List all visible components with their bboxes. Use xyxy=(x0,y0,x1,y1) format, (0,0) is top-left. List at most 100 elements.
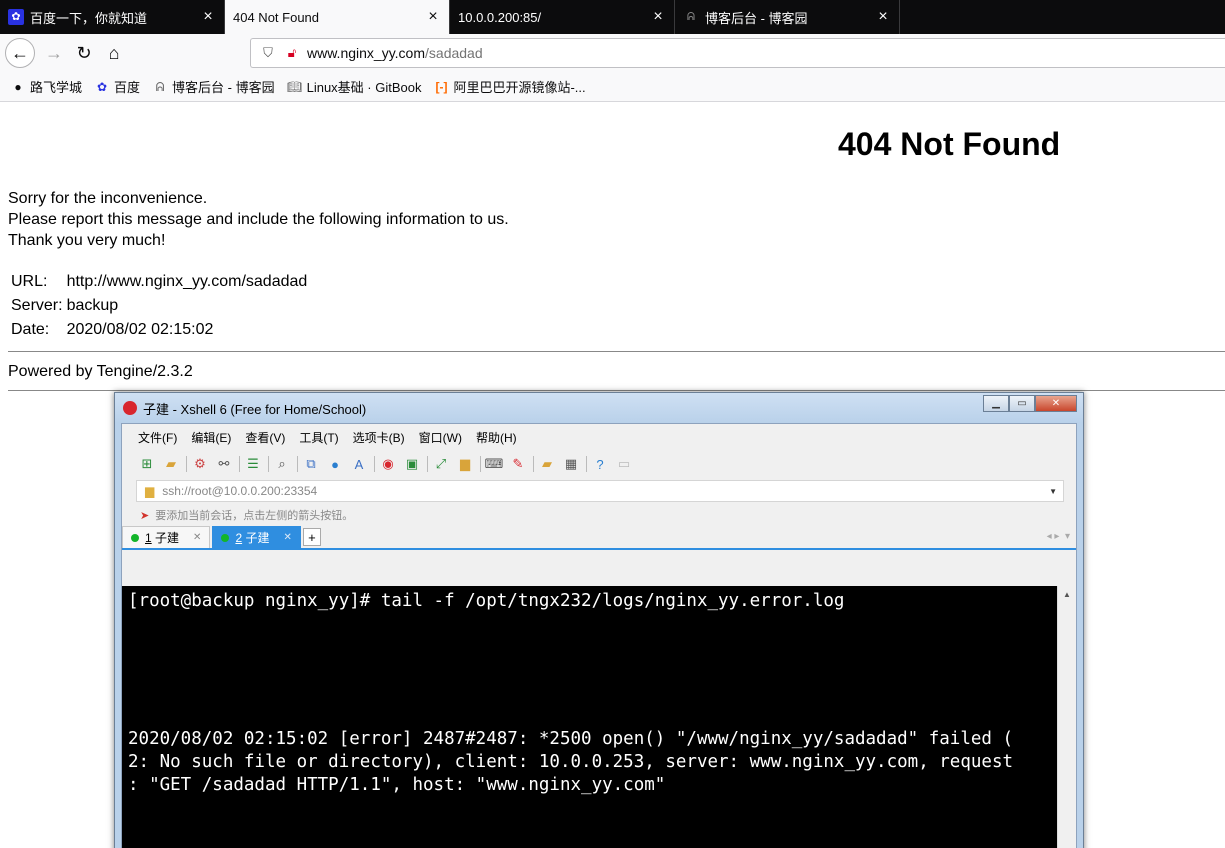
bookmark-luffy[interactable]: ● 路飞学城 xyxy=(10,77,82,96)
forward-arrow-icon[interactable]: → xyxy=(39,38,69,68)
session-tabs: 1 子建 ✕ 2 子建 ✕ + ◂ ▸ ▾ xyxy=(122,526,1076,550)
reconnect-icon[interactable]: ⚙ xyxy=(191,455,209,473)
tab-title: 404 Not Found xyxy=(233,9,320,25)
lock-icon[interactable]: ▆ xyxy=(456,455,474,473)
keyboard-icon[interactable]: ⌨ xyxy=(485,455,504,473)
toolbar-separator xyxy=(374,456,375,472)
bookmark-label: 阿里巴巴开源镜像站-... xyxy=(453,80,586,95)
message-line: Please report this message and include t… xyxy=(8,211,509,228)
highlight-icon[interactable]: ✎ xyxy=(509,455,527,473)
disconnect-icon[interactable]: ⚯ xyxy=(215,455,233,473)
transfer-icon[interactable]: ⧉ xyxy=(302,455,320,473)
menu-file[interactable]: 文件(F) xyxy=(138,429,177,446)
tab-number: 1 xyxy=(145,530,152,545)
menu-help[interactable]: 帮助(H) xyxy=(476,429,517,446)
divider xyxy=(8,390,1225,391)
browser-tab-cnblogs[interactable]: ᕱ 博客后台 - 博客园 × xyxy=(675,0,900,34)
xshell-menubar: 文件(F) 编辑(E) 查看(V) 工具(T) 选项卡(B) 窗口(W) 帮助(… xyxy=(122,424,1076,450)
bookmark-aliyun[interactable]: [-] 阿里巴巴开源镜像站-... xyxy=(433,77,585,96)
terminal-scrollbar[interactable]: ▲ xyxy=(1057,586,1076,848)
navigation-bar: ← → ↻ ⌂ ⛉ 🔓︎ www.nginx_yy.com/sadadad xyxy=(0,34,1225,72)
scroll-up-icon[interactable]: ▲ xyxy=(1058,590,1076,599)
menu-view[interactable]: 查看(V) xyxy=(245,429,285,446)
tab-label: 子建 xyxy=(245,531,270,545)
fullscreen-icon[interactable]: ⤢ xyxy=(432,455,450,473)
bookmarks-toolbar: ● 路飞学城 ✿ 百度 ᕱ 博客后台 - 博客园 📖︎ Linux基础 · Gi… xyxy=(0,72,1225,102)
close-icon[interactable]: × xyxy=(875,8,891,26)
aliyun-icon: [-] xyxy=(435,79,448,94)
hint-text: 要添加当前会话，点击左侧的箭头按钮。 xyxy=(155,510,354,522)
baidu-icon: ✿ xyxy=(8,9,24,25)
close-icon[interactable]: ✕ xyxy=(1035,395,1077,412)
terminal-output[interactable]: [root@backup nginx_yy]# tail -f /opt/tng… xyxy=(122,586,1058,848)
add-folder-icon[interactable]: ▰ xyxy=(538,455,556,473)
chat-icon[interactable]: ▭ xyxy=(615,455,633,473)
baidu-icon: ✿ xyxy=(96,79,108,94)
xshell-window: 子建 - Xshell 6 (Free for Home/School) ▁ ▭… xyxy=(114,392,1084,848)
tab-nav-arrows-icon[interactable]: ◂ ▸ ▾ xyxy=(1047,531,1070,542)
open-folder-icon[interactable]: ▰ xyxy=(162,455,180,473)
bookmark-cnblogs[interactable]: ᕱ 博客后台 - 博客园 xyxy=(152,77,275,96)
help-icon[interactable]: ? xyxy=(591,455,609,473)
terminal-line: 2: No such file or directory), client: 1… xyxy=(128,752,1014,772)
window-controls: ▁ ▭ ✕ xyxy=(983,395,1077,412)
close-icon[interactable]: × xyxy=(650,8,666,26)
close-icon[interactable]: ✕ xyxy=(193,532,201,543)
xshell-icon[interactable]: ◉ xyxy=(379,455,397,473)
terminal-line: : "GET /sadadad HTTP/1.1", host: "www.ng… xyxy=(128,775,666,795)
close-icon[interactable]: × xyxy=(200,8,216,26)
search-icon[interactable]: ⌕ xyxy=(273,455,291,473)
bookmark-label: 路飞学城 xyxy=(30,80,83,95)
session-hint-bar: ➤ 要添加当前会话，点击左侧的箭头按钮。 xyxy=(122,502,1076,528)
tab-label: 子建 xyxy=(155,531,180,545)
message-line: Sorry for the inconvenience. xyxy=(8,190,208,207)
info-row-date: Date: 2020/08/02 02:15:02 xyxy=(10,320,308,340)
globe-icon[interactable]: ● xyxy=(326,455,344,473)
home-icon[interactable]: ⌂ xyxy=(99,38,129,68)
bookmark-arrow-icon[interactable]: ➤ xyxy=(140,509,149,522)
layout-icon[interactable]: ▦ xyxy=(562,455,580,473)
browser-tab-ip[interactable]: 10.0.0.200:85/ × xyxy=(450,0,675,34)
connected-status-icon xyxy=(221,533,230,542)
luffy-icon: ● xyxy=(14,79,22,94)
menu-edit[interactable]: 编辑(E) xyxy=(191,429,231,446)
maximize-icon[interactable]: ▭ xyxy=(1009,395,1035,412)
bookmark-baidu[interactable]: ✿ 百度 xyxy=(94,77,140,96)
info-label: Date: xyxy=(11,321,50,338)
toolbar-separator xyxy=(297,456,298,472)
cnblogs-icon: ᕱ xyxy=(155,79,165,94)
browser-tab-baidu[interactable]: ✿ 百度一下，你就知道 × xyxy=(0,0,225,34)
error-info-table: URL: http://www.nginx_yy.com/sadadad Ser… xyxy=(8,268,310,344)
xshell-titlebar[interactable]: 子建 - Xshell 6 (Free for Home/School) ▁ ▭… xyxy=(115,393,1083,423)
bookmark-gitbook[interactable]: 📖︎ Linux基础 · GitBook xyxy=(287,77,422,96)
back-arrow-icon[interactable]: ← xyxy=(5,38,35,68)
menu-tabs[interactable]: 选项卡(B) xyxy=(353,429,405,446)
session-address-field[interactable]: ▆ ssh://root@10.0.0.200:23354 ▼ xyxy=(136,480,1064,502)
browser-tab-404[interactable]: 404 Not Found × xyxy=(225,0,450,34)
menu-tools[interactable]: 工具(T) xyxy=(299,429,338,446)
session-tab-2[interactable]: 2 子建 ✕ xyxy=(212,526,301,548)
close-icon[interactable]: × xyxy=(425,8,441,26)
properties-icon[interactable]: ☰ xyxy=(244,455,262,473)
info-label: Server: xyxy=(11,297,63,314)
chevron-down-icon[interactable]: ▼ xyxy=(1049,487,1057,496)
toolbar-separator xyxy=(268,456,269,472)
page-title: 404 Not Found xyxy=(838,126,1061,162)
menu-window[interactable]: 窗口(W) xyxy=(419,429,462,446)
font-icon[interactable]: A xyxy=(350,455,368,473)
url-bar[interactable]: ⛉ 🔓︎ www.nginx_yy.com/sadadad xyxy=(250,38,1225,68)
bookmark-label: Linux基础 · GitBook xyxy=(306,80,422,95)
add-tab-icon[interactable]: + xyxy=(302,528,321,546)
reload-icon[interactable]: ↻ xyxy=(69,38,99,68)
shield-icon[interactable]: ⛉ xyxy=(259,45,277,61)
session-tab-1[interactable]: 1 子建 ✕ xyxy=(122,526,211,548)
xftp-icon[interactable]: ▣ xyxy=(403,455,421,473)
xshell-logo-icon xyxy=(123,401,137,415)
insecure-lock-icon[interactable]: 🔓︎ xyxy=(283,45,301,61)
minimize-icon[interactable]: ▁ xyxy=(983,395,1009,412)
new-session-icon[interactable]: ⊞ xyxy=(138,455,156,473)
close-icon[interactable]: ✕ xyxy=(283,532,291,543)
